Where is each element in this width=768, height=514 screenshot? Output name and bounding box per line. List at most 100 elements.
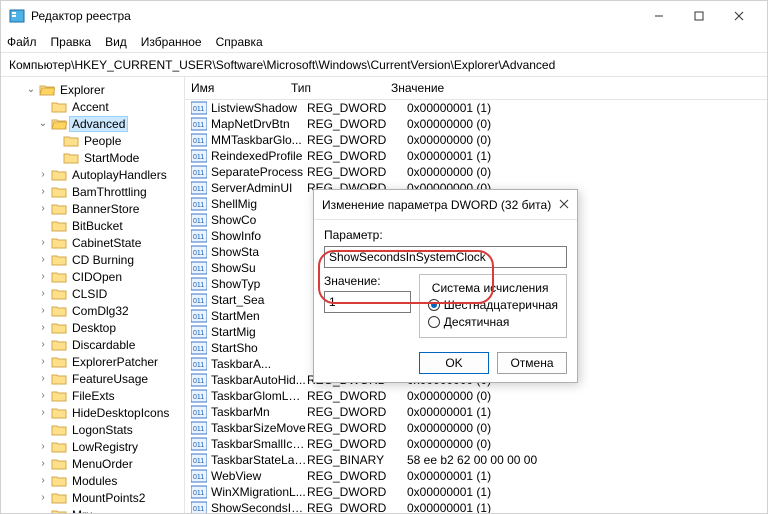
svg-text:011: 011	[193, 410, 204, 417]
ok-button[interactable]: OK	[419, 352, 489, 374]
tree-item-label: CD Burning	[69, 252, 137, 268]
list-item[interactable]: 011TaskbarSmallIconsREG_DWORD0x00000000 …	[185, 436, 767, 452]
tree-item[interactable]: ⌄Explorer	[1, 81, 184, 98]
menu-help[interactable]: Справка	[216, 35, 263, 49]
tree-item[interactable]: ⌄Advanced	[1, 115, 184, 132]
tree-item-label: Discardable	[69, 337, 138, 353]
list-item[interactable]: 011WebViewREG_DWORD0x00000001 (1)	[185, 468, 767, 484]
address-input[interactable]	[7, 56, 761, 74]
tree-item[interactable]: LogonStats	[1, 421, 184, 438]
list-item[interactable]: 011ListviewShadowREG_DWORD0x00000001 (1)	[185, 100, 767, 116]
dword-icon: 011	[191, 373, 207, 387]
tree-item[interactable]: ›ComDlg32	[1, 302, 184, 319]
value-name: MMTaskbarGlo...	[211, 133, 307, 147]
tree-item[interactable]: ›FeatureUsage	[1, 370, 184, 387]
tree-item-label: People	[81, 133, 124, 149]
tree-item[interactable]: ›AutoplayHandlers	[1, 166, 184, 183]
tree-item[interactable]: People	[1, 132, 184, 149]
tree-item[interactable]: ›CIDOpen	[1, 268, 184, 285]
tree-item[interactable]: ›CabinetState	[1, 234, 184, 251]
window-controls	[639, 1, 759, 31]
list-item[interactable]: 011ReindexedProfileREG_DWORD0x00000001 (…	[185, 148, 767, 164]
tree-item[interactable]: ›LowRegistry	[1, 438, 184, 455]
list-item[interactable]: 011MapNetDrvBtnREG_DWORD0x00000000 (0)	[185, 116, 767, 132]
dialog-close-button[interactable]	[559, 198, 569, 212]
param-name-input[interactable]	[324, 246, 567, 268]
value-name: Start_Sea	[211, 293, 307, 307]
col-name[interactable]: Имя	[191, 81, 291, 95]
tree-item[interactable]: BitBucket	[1, 217, 184, 234]
tree-item[interactable]: ›FileExts	[1, 387, 184, 404]
folder-icon	[39, 83, 55, 97]
minimize-button[interactable]	[639, 1, 679, 31]
tree-item[interactable]: ›ExplorerPatcher	[1, 353, 184, 370]
tree-pane[interactable]: ⌄ExplorerAccent⌄AdvancedPeopleStartMode›…	[1, 77, 185, 513]
value-type: REG_DWORD	[307, 389, 407, 403]
tree-item[interactable]: ›Modules	[1, 472, 184, 489]
maximize-button[interactable]	[679, 1, 719, 31]
value-data: 0x00000001 (1)	[407, 405, 761, 419]
dword-icon: 011	[191, 293, 207, 307]
tree-item[interactable]: Accent	[1, 98, 184, 115]
col-type[interactable]: Тип	[291, 81, 391, 95]
tree-item-label: CLSID	[69, 286, 110, 302]
menu-view[interactable]: Вид	[105, 35, 127, 49]
col-value[interactable]: Значение	[391, 81, 761, 95]
svg-text:011: 011	[193, 234, 204, 241]
dword-icon: 011	[191, 453, 207, 467]
value-name: StartSho	[211, 341, 307, 355]
tree-item[interactable]: ›CLSID	[1, 285, 184, 302]
value-name: TaskbarMn	[211, 405, 307, 419]
radio-dec[interactable]: Десятичная	[428, 315, 558, 329]
menu-file[interactable]: Файл	[7, 35, 37, 49]
folder-icon	[51, 372, 67, 386]
folder-icon	[51, 117, 67, 131]
value-type: REG_DWORD	[307, 501, 407, 513]
list-item[interactable]: 011WinXMigrationL...REG_DWORD0x00000001 …	[185, 484, 767, 500]
tree-item[interactable]: ›BannerStore	[1, 200, 184, 217]
dword-icon: 011	[191, 389, 207, 403]
dword-icon: 011	[191, 149, 207, 163]
caret-icon: ›	[37, 237, 49, 248]
svg-text:011: 011	[193, 442, 204, 449]
value-name: TaskbarStateLast...	[211, 453, 307, 467]
cancel-button[interactable]: Отмена	[497, 352, 567, 374]
tree-item[interactable]: ›MenuOrder	[1, 455, 184, 472]
tree-item[interactable]: ›HideDesktopIcons	[1, 404, 184, 421]
close-button[interactable]	[719, 1, 759, 31]
list-item[interactable]: 011TaskbarMnREG_DWORD0x00000001 (1)	[185, 404, 767, 420]
list-item[interactable]: 011TaskbarSizeMoveREG_DWORD0x00000000 (0…	[185, 420, 767, 436]
value-type: REG_DWORD	[307, 149, 407, 163]
caret-icon: ›	[37, 441, 49, 452]
value-input[interactable]	[324, 291, 411, 313]
menu-edit[interactable]: Правка	[51, 35, 92, 49]
value-data: 0x00000000 (0)	[407, 437, 761, 451]
menu-fav[interactable]: Избранное	[141, 35, 202, 49]
folder-icon	[51, 253, 67, 267]
list-item[interactable]: 011TaskbarGlomLevelREG_DWORD0x00000000 (…	[185, 388, 767, 404]
list-item[interactable]: 011 TaskbarStateLast...REG_BINARY58 ee b2…	[185, 452, 767, 468]
list-item[interactable]: 011ShowSecondsIn...REG_DWORD0x00000001 (…	[185, 500, 767, 513]
radio-hex[interactable]: Шестнадцатеричная	[428, 298, 558, 312]
radio-hex-icon	[428, 299, 440, 311]
tree-item[interactable]: Mru	[1, 506, 184, 513]
tree-item[interactable]: ›Discardable	[1, 336, 184, 353]
value-name: ShowCo	[211, 213, 307, 227]
dword-icon: 011	[191, 245, 207, 259]
tree-item[interactable]: ›CD Burning	[1, 251, 184, 268]
list-item[interactable]: 011MMTaskbarGlo...REG_DWORD0x00000000 (0…	[185, 132, 767, 148]
tree-item[interactable]: ›MountPoints2	[1, 489, 184, 506]
value-data: 58 ee b2 62 00 00 00 00	[407, 453, 761, 467]
value-label: Значение:	[324, 274, 411, 288]
list-item[interactable]: 011SeparateProcessREG_DWORD0x00000000 (0…	[185, 164, 767, 180]
svg-text:011: 011	[193, 122, 204, 129]
folder-icon	[51, 440, 67, 454]
value-type: REG_BINARY	[307, 453, 407, 467]
titlebar: Редактор реестра	[1, 1, 767, 31]
dword-icon: 011	[191, 181, 207, 195]
tree-item[interactable]: ›Desktop	[1, 319, 184, 336]
tree-item-label: ComDlg32	[69, 303, 132, 319]
svg-text:011: 011	[193, 138, 204, 145]
tree-item[interactable]: ›BamThrottling	[1, 183, 184, 200]
tree-item[interactable]: StartMode	[1, 149, 184, 166]
